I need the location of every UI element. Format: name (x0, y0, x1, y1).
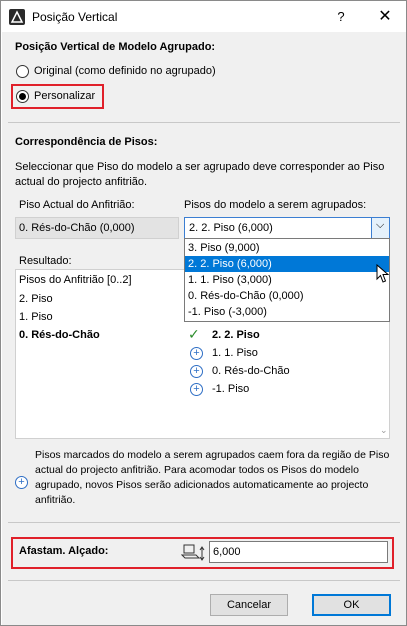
dialog-window: Posição Vertical ? ✕ Posição Vertical de… (0, 0, 407, 626)
chevron-down-icon[interactable]: ⌵ (371, 218, 389, 238)
scroll-down-icon[interactable]: ⌄ (380, 425, 388, 436)
grouped-position-heading: Posição Vertical de Modelo Agrupado: (15, 41, 216, 53)
model-floor-label: Pisos do modelo a serem agrupados: (184, 199, 367, 211)
add-floor-icon: + (190, 383, 203, 396)
host-list-item[interactable]: 2. Piso (19, 293, 53, 305)
model-list-item-matched[interactable]: 2. 2. Piso (212, 329, 260, 341)
elevation-offset-icon (181, 544, 205, 561)
host-list-item-current[interactable]: 0. Rés-do-Chão (19, 329, 100, 341)
dropdown-option[interactable]: 0. Rés-do-Chão (0,000) (185, 288, 389, 304)
info-plus-icon: + (15, 476, 28, 489)
host-floor-label: Piso Actual do Anfitrião: (19, 199, 135, 211)
divider (8, 580, 400, 581)
model-list-item[interactable]: 1. 1. Piso (212, 347, 258, 359)
offset-input[interactable]: 6,000 (209, 541, 388, 563)
title-bar: Posição Vertical ? ✕ (1, 1, 406, 32)
cancel-button[interactable]: Cancelar (210, 594, 288, 616)
radio-custom[interactable] (16, 90, 29, 103)
close-button[interactable]: ✕ (375, 7, 395, 27)
dialog-content: Posição Vertical de Modelo Agrupado: Ori… (2, 32, 406, 625)
floors-description: Seleccionar que Piso do modelo a ser agr… (15, 161, 385, 188)
radio-custom-label[interactable]: Personalizar (34, 90, 95, 102)
host-list-item[interactable]: 1. Piso (19, 311, 53, 323)
model-list-item[interactable]: -1. Piso (212, 383, 249, 395)
divider (8, 522, 400, 523)
mouse-cursor-icon (376, 264, 390, 283)
model-floor-select[interactable]: 2. 2. Piso (6,000) ⌵ (184, 217, 390, 239)
host-floor-field: 0. Rés-do-Chão (0,000) (15, 217, 179, 239)
check-icon: ✓ (188, 326, 200, 342)
add-floor-icon: + (190, 365, 203, 378)
floors-heading: Correspondência de Pisos: (15, 136, 158, 148)
help-button[interactable]: ? (331, 7, 351, 27)
info-note: Pisos marcados do modelo a serem agrupad… (35, 449, 390, 506)
offset-label: Afastam. Alçado: (19, 545, 109, 557)
divider (8, 122, 400, 123)
window-title: Posição Vertical (32, 10, 118, 24)
result-label: Resultado: (19, 255, 72, 267)
dropdown-option[interactable]: -1. Piso (-3,000) (185, 304, 389, 320)
app-logo-icon (9, 9, 25, 25)
model-floor-select-value: 2. 2. Piso (6,000) (189, 222, 273, 234)
model-floor-dropdown[interactable]: 3. Piso (9,000) 2. 2. Piso (6,000) 1. 1.… (184, 238, 390, 322)
radio-original[interactable] (16, 65, 29, 78)
model-list-item[interactable]: 0. Rés-do-Chão (212, 365, 290, 377)
dropdown-option[interactable]: 1. 1. Piso (3,000) (185, 272, 389, 288)
radio-selected-dot (19, 93, 26, 100)
dropdown-option[interactable]: 3. Piso (9,000) (185, 240, 389, 256)
add-floor-icon: + (190, 347, 203, 360)
host-list-item[interactable]: Pisos do Anfitrião [0..2] (19, 274, 132, 286)
radio-original-label[interactable]: Original (como definido no agrupado) (34, 65, 216, 77)
dropdown-option-selected[interactable]: 2. 2. Piso (6,000) (185, 256, 389, 272)
ok-button[interactable]: OK (312, 594, 391, 616)
